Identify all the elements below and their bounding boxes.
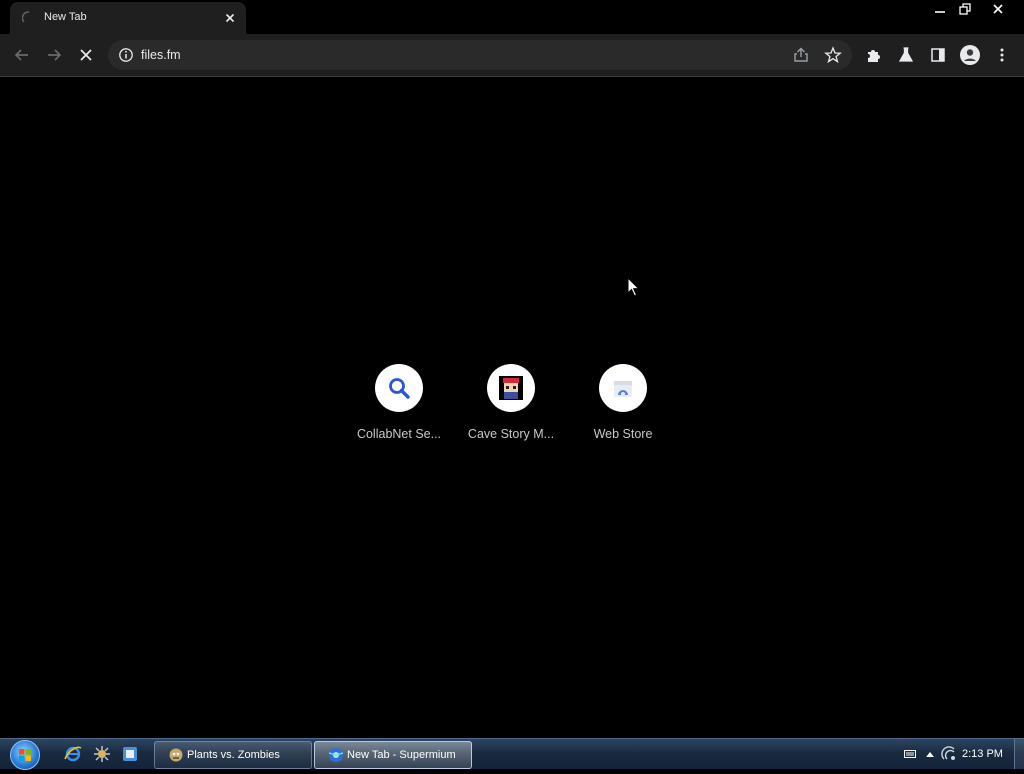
taskbar-button-supermium[interactable]: New Tab - Supermium: [314, 741, 472, 769]
chevron-up-icon: [926, 752, 934, 757]
profile-button[interactable]: [958, 43, 982, 67]
more-menu-button[interactable]: [990, 43, 1014, 67]
address-bar[interactable]: files.fm: [108, 40, 852, 70]
star-icon[interactable]: [824, 46, 842, 64]
back-arrow-icon: [14, 49, 28, 61]
info-icon[interactable]: [118, 47, 134, 63]
shortcut-icon-circle: [599, 364, 647, 412]
forward-arrow-icon: [48, 49, 62, 61]
show-hidden-icons-button[interactable]: [922, 745, 938, 763]
shortcut-tile[interactable]: Cave Story M...: [455, 364, 567, 450]
restore-icon: [959, 3, 971, 15]
close-icon: [993, 4, 1003, 14]
mouse-cursor-icon: [627, 277, 640, 297]
games-explorer-icon[interactable]: [93, 745, 111, 763]
shortcut-icon-circle: [487, 364, 535, 412]
switch-windows-icon[interactable]: [121, 745, 139, 763]
windows-logo-icon: [19, 749, 31, 761]
browser-toolbar: files.fm: [0, 34, 1024, 77]
back-button[interactable]: [10, 43, 34, 67]
tab-strip: New Tab: [0, 0, 1024, 34]
new-tab-page: CollabNet Se... Cave Story M... Web Stor: [0, 77, 1024, 738]
show-desktop-button[interactable]: [1014, 739, 1024, 769]
shortcut-label: Cave Story M...: [467, 427, 555, 441]
start-button[interactable]: [10, 740, 40, 770]
shortcut-icon-circle: [375, 364, 423, 412]
tab-title: New Tab: [44, 11, 87, 23]
labs-button[interactable]: [894, 43, 918, 67]
address-url[interactable]: files.fm: [141, 48, 181, 62]
taskbar-button-plants-vs-zombies[interactable]: Plants vs. Zombies: [154, 741, 312, 769]
forward-button[interactable]: [42, 43, 66, 67]
internet-explorer-icon[interactable]: [64, 745, 82, 763]
side-panel-icon: [931, 48, 945, 62]
labs-flask-icon: [898, 47, 914, 62]
cave-story-icon: [499, 376, 523, 400]
extensions-button[interactable]: [862, 43, 886, 67]
clock[interactable]: 2:13 PM: [962, 748, 1003, 760]
window-restore-button[interactable]: [953, 0, 977, 18]
profile-icon: [960, 45, 980, 65]
tab-close-icon[interactable]: [222, 10, 238, 26]
stop-loading-icon: [80, 49, 92, 61]
supermium-browser-icon: [328, 748, 344, 762]
tab-new-tab[interactable]: New Tab: [10, 2, 246, 34]
shortcut-label: Web Store: [593, 427, 653, 441]
plants-vs-zombies-icon: [169, 748, 183, 762]
shortcut-tile[interactable]: Web Store: [567, 364, 679, 450]
network-icon: [941, 746, 955, 760]
shortcut-label: CollabNet Se...: [356, 427, 442, 441]
shortcut-tile[interactable]: CollabNet Se...: [343, 364, 455, 450]
extensions-icon: [868, 50, 880, 62]
windows-taskbar: Plants vs. Zombies New Tab - Supermium 2…: [0, 738, 1024, 770]
network-tray-icon[interactable]: [940, 745, 958, 763]
web-store-icon: [614, 381, 632, 397]
window-close-button[interactable]: [978, 0, 1018, 18]
window-minimize-button[interactable]: [928, 0, 952, 18]
search-magnifier-icon: [389, 378, 410, 399]
minimize-icon: [935, 11, 945, 13]
share-icon[interactable]: [792, 46, 810, 64]
more-vert-icon: [1000, 48, 1004, 62]
task-label: New Tab - Supermium: [347, 749, 456, 761]
keyboard-tray-icon[interactable]: [902, 745, 918, 763]
keyboard-icon: [904, 750, 916, 758]
stop-loading-button[interactable]: [74, 43, 98, 67]
task-label: Plants vs. Zombies: [187, 749, 280, 761]
side-panel-button[interactable]: [926, 43, 950, 67]
loading-spinner-icon: [22, 11, 30, 23]
